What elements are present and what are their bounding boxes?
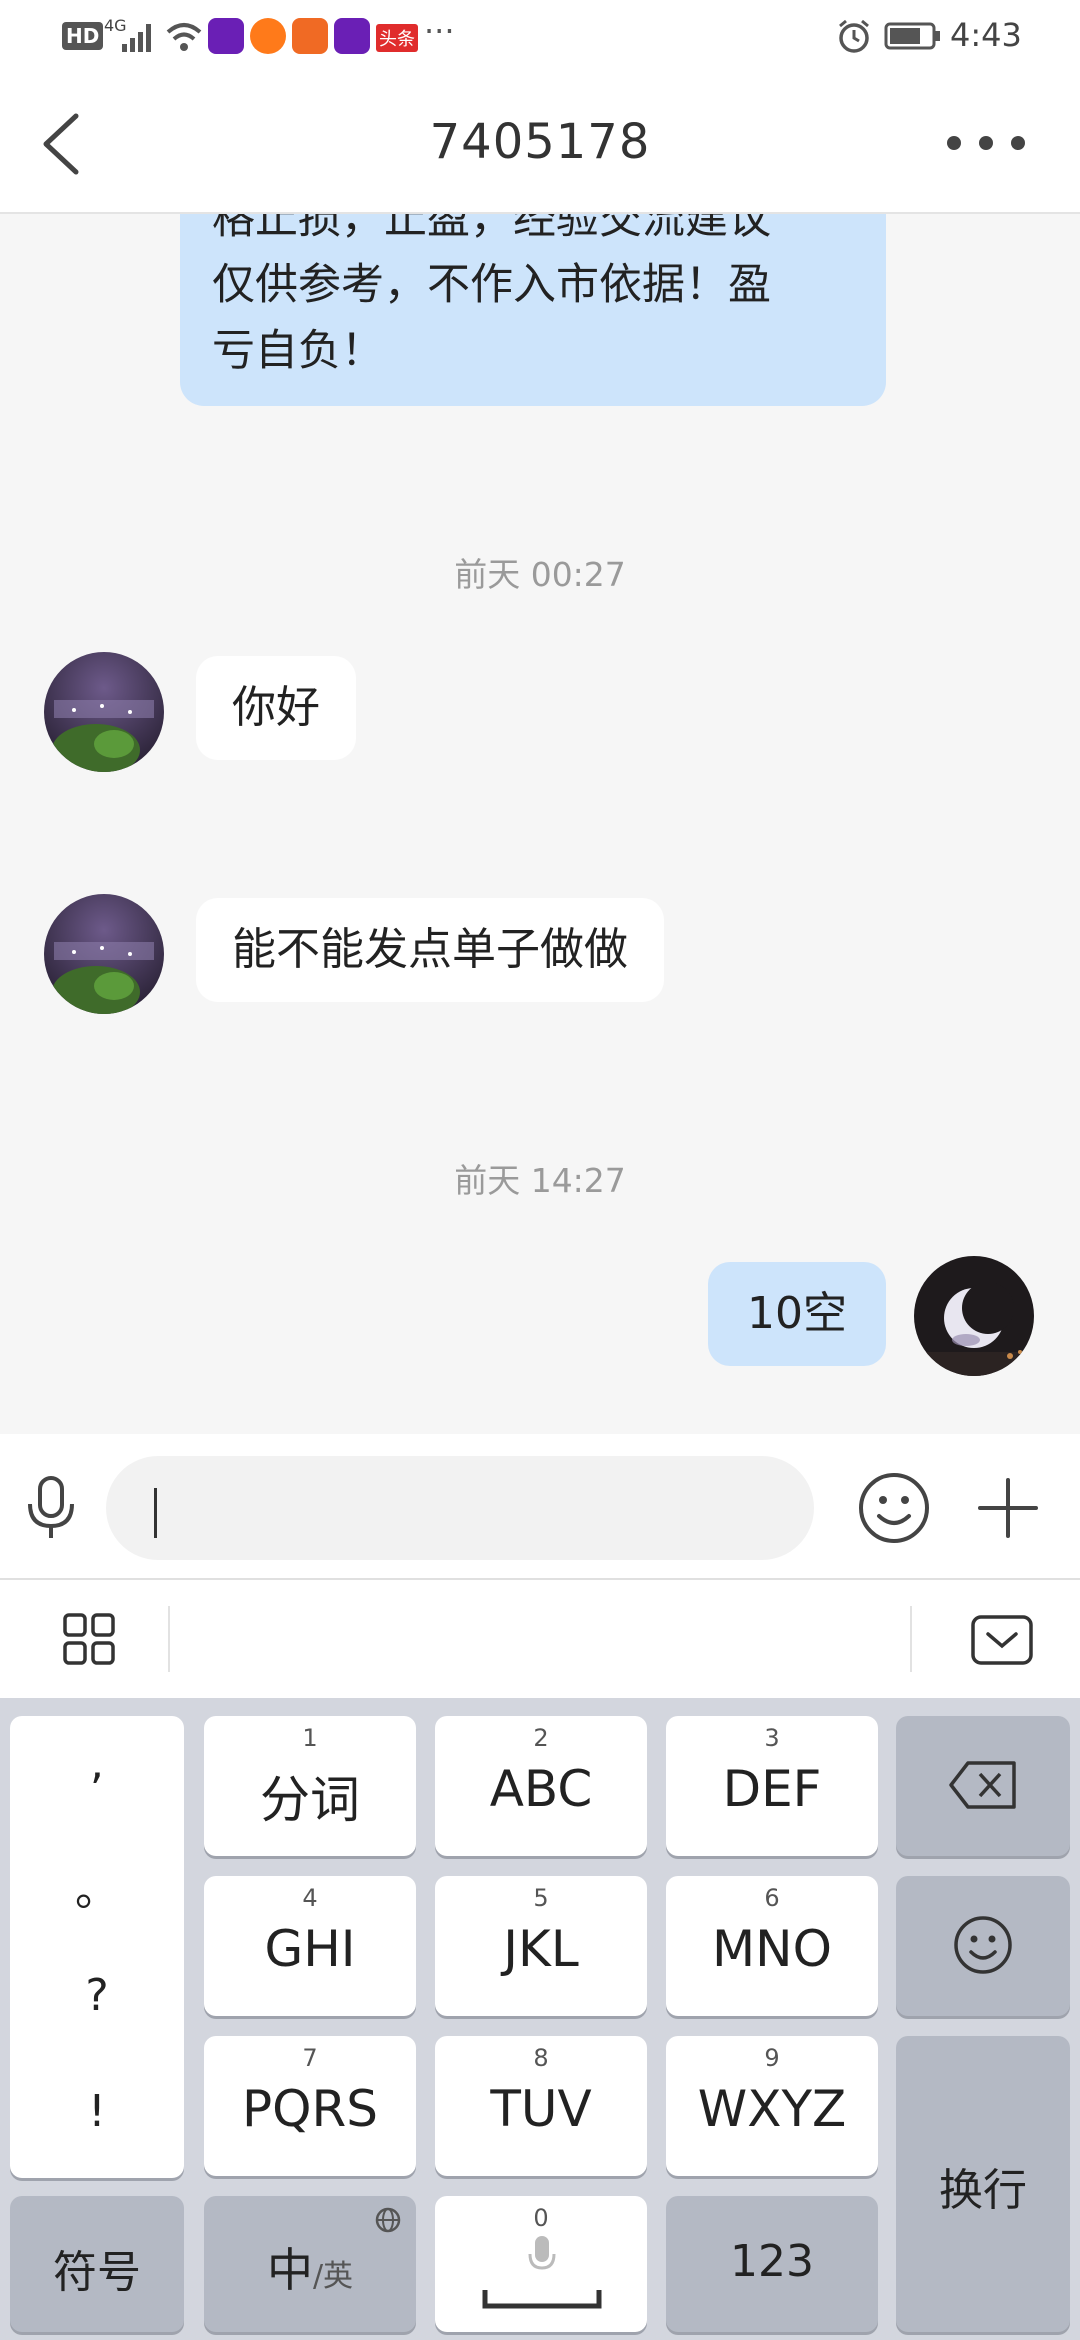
key-question[interactable]: ? <box>10 1970 184 2021</box>
hide-keyboard-icon[interactable] <box>970 1614 1034 1666</box>
app-f-icon <box>250 18 286 54</box>
key-5[interactable]: 5 JKL <box>435 1876 647 2016</box>
message-bubble-incoming[interactable]: 能不能发点单子做做 <box>196 898 664 1002</box>
key-label: MNO <box>712 1920 832 1978</box>
language-label: 中/英 <box>204 2234 416 2300</box>
input-bar <box>0 1434 1080 1580</box>
page-title: 7405178 <box>429 114 651 170</box>
key-label: DEF <box>722 1760 822 1818</box>
message-bubble-outgoing[interactable]: 10空 <box>708 1262 886 1366</box>
wifi-icon <box>166 23 202 51</box>
key-number: 2 <box>533 1724 549 1752</box>
key-number: 4 <box>302 1884 318 1912</box>
smiley-icon <box>954 1916 1012 1974</box>
key-1[interactable]: 1 分词 <box>204 1716 416 1856</box>
add-icon[interactable] <box>976 1476 1040 1540</box>
key-4[interactable]: 4 GHI <box>204 1876 416 2016</box>
signal-icon <box>122 24 151 52</box>
key-7[interactable]: 7 PQRS <box>204 2036 416 2176</box>
key-number: 1 <box>302 1724 318 1752</box>
clock: 4:43 <box>950 16 1022 54</box>
key-label: 分词 <box>260 1771 360 1829</box>
symbols-label: 符号 <box>53 2247 141 2298</box>
key-label: TUV <box>490 2080 592 2138</box>
key-number: 8 <box>533 2044 549 2072</box>
message-bubble-incoming[interactable]: 你好 <box>196 656 356 760</box>
key-8[interactable]: 8 TUV <box>435 2036 647 2176</box>
key-number: 3 <box>764 1724 780 1752</box>
key-comma[interactable]: , <box>10 1738 184 1789</box>
emoji-icon[interactable] <box>856 1470 932 1546</box>
key-label: PQRS <box>242 2080 378 2138</box>
key-exclamation[interactable]: ! <box>10 2086 184 2137</box>
globe-icon <box>375 2207 401 2233</box>
timestamp: 前天 00:27 <box>454 555 626 594</box>
key-number: 7 <box>302 2044 318 2072</box>
avatar[interactable] <box>44 652 164 772</box>
enter-label: 换行 <box>939 2165 1027 2216</box>
enter-key[interactable]: 换行 <box>896 2036 1070 2332</box>
timestamp: 前天 14:27 <box>454 1161 626 1200</box>
key-number: 6 <box>764 1884 780 1912</box>
message-bubble-outgoing[interactable]: 格止损，止盈，经验交流建议 仅供参考，不作入市依据！盈 亏自负！ <box>180 214 886 406</box>
microphone-icon[interactable] <box>24 1474 80 1544</box>
message-line: 仅供参考，不作入市依据！盈 <box>212 260 771 310</box>
keyboard: , 。 ? ! 1 分词 2 ABC 3 DEF 4 GHI 5 JKL 6 M… <box>0 1698 1080 2340</box>
my-avatar[interactable] <box>914 1256 1034 1376</box>
message-list[interactable]: 格止损，止盈，经验交流建议 仅供参考，不作入市依据！盈 亏自负！ 前天 00:2… <box>0 214 1080 1434</box>
text-cursor <box>154 1488 157 1538</box>
more-options-icon[interactable] <box>944 128 1034 158</box>
more-notifications: ··· <box>424 12 455 50</box>
key-label: JKL <box>503 1920 579 1978</box>
key-3[interactable]: 3 DEF <box>666 1716 878 1856</box>
key-label: GHI <box>264 1920 356 1978</box>
apps-grid-icon[interactable] <box>62 1612 118 1668</box>
emoji-key[interactable] <box>896 1876 1070 2016</box>
space-key[interactable]: 0 <box>435 2196 647 2332</box>
lang-main: 中 <box>266 2243 313 2297</box>
key-6[interactable]: 6 MNO <box>666 1876 878 2016</box>
key-label: WXYZ <box>697 2080 847 2138</box>
key-number: 5 <box>533 1884 549 1912</box>
numbers-label: 123 <box>730 2236 814 2287</box>
message-line: 亏自负！ <box>212 326 384 376</box>
symbols-key[interactable]: 符号 <box>10 2196 184 2332</box>
hd-badge: HD <box>62 22 104 50</box>
toolbar-divider <box>168 1606 170 1672</box>
toutiao-icon: 头条 <box>376 24 418 52</box>
punctuation-panel[interactable]: , 。 ? ! <box>10 1716 184 2178</box>
lang-alt: /英 <box>312 2259 354 2294</box>
key-number: 9 <box>764 2044 780 2072</box>
backspace-icon <box>949 1761 1016 1809</box>
toolbar-divider <box>910 1606 912 1672</box>
key-9[interactable]: 9 WXYZ <box>666 2036 878 2176</box>
key-period[interactable]: 。 <box>10 1854 184 1918</box>
key-2[interactable]: 2 ABC <box>435 1716 647 1856</box>
chat-header: 7405178 <box>0 72 1080 214</box>
message-line: 格止损，止盈，经验交流建议 <box>212 214 771 244</box>
status-bar: HD 4G 头条 ··· 4:43 <box>0 0 1080 72</box>
space-bar-icon <box>482 2290 602 2309</box>
fox-app-icon <box>292 18 328 54</box>
key-label: ABC <box>489 1760 593 1818</box>
video-app-icon <box>208 18 244 54</box>
message-input[interactable] <box>106 1456 814 1560</box>
language-switch-key[interactable]: 中/英 <box>204 2196 416 2332</box>
keyboard-toolbar <box>0 1580 1080 1698</box>
battery-icon <box>884 22 940 50</box>
voice-input-icon <box>528 2236 556 2270</box>
alarm-icon <box>839 19 869 53</box>
numbers-key[interactable]: 123 <box>666 2196 878 2332</box>
avatar[interactable] <box>44 894 164 1014</box>
video-app-icon-2 <box>334 18 370 54</box>
backspace-key[interactable] <box>896 1716 1070 1856</box>
key-number: 0 <box>533 2204 549 2232</box>
